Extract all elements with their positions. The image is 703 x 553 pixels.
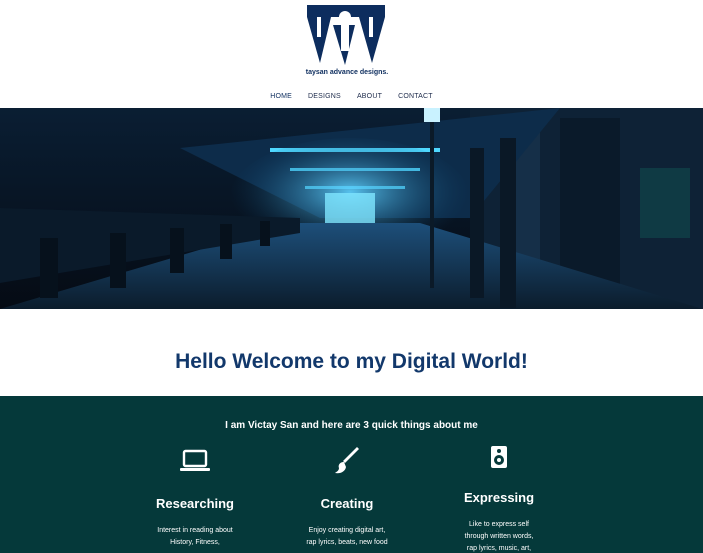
speaker-icon [419, 442, 579, 472]
nav-designs[interactable]: DESIGNS [308, 93, 341, 100]
feature-title: Researching [155, 496, 235, 511]
main-nav: HOME DESIGNS ABOUT CONTACT [0, 93, 703, 100]
feature-description: Enjoy creating digital art, rap lyrics, … [306, 527, 388, 553]
feature-creating: Creating Enjoy creating digital art, rap… [267, 446, 427, 553]
about-section: I am Victay San and here are 3 quick thi… [0, 396, 703, 553]
brand-logo[interactable]: taysan advance designs. [305, 5, 389, 79]
feature-description: Like to express self through written wor… [464, 521, 534, 552]
logo-mark [307, 5, 385, 65]
welcome-heading: Hello Welcome to my Digital World! [175, 350, 528, 373]
feature-title: Creating [320, 496, 374, 511]
hero-image [0, 108, 703, 309]
about-intro: I am Victay San and here are 3 quick thi… [225, 420, 478, 431]
feature-researching: Researching Interest in reading about Hi… [115, 446, 275, 553]
feature-description: Interest in reading about History, Fitne… [157, 527, 233, 553]
feature-expressing: Expressing Like to express self through … [419, 442, 579, 553]
nav-about[interactable]: ABOUT [357, 93, 382, 100]
laptop-icon [115, 446, 275, 476]
feature-title: Expressing [463, 490, 535, 505]
paintbrush-icon [267, 446, 427, 476]
nav-contact[interactable]: CONTACT [398, 93, 433, 100]
site-header: taysan advance designs. HOME DESIGNS ABO… [0, 0, 703, 108]
nav-home[interactable]: HOME [270, 93, 292, 100]
brand-name: taysan advance designs. [305, 69, 389, 76]
